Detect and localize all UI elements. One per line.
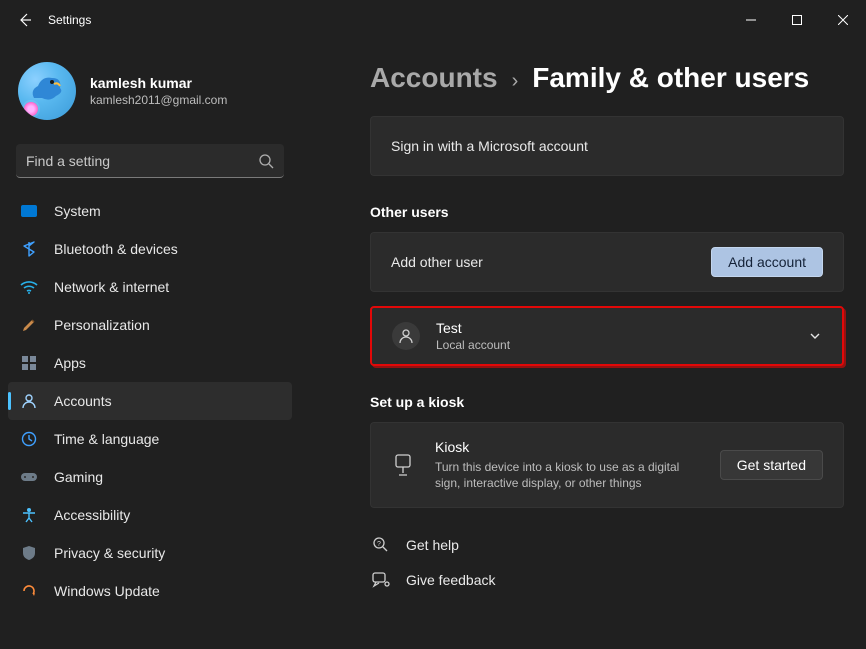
maximize-button[interactable] [774,0,820,40]
nav-list: System Bluetooth & devices Network & int… [8,192,292,610]
sidebar-item-label: Windows Update [54,583,160,599]
sidebar-item-label: Accounts [54,393,112,409]
sidebar-item-label: Gaming [54,469,103,485]
sidebar-item-label: Time & language [54,431,159,447]
sidebar-item-personalization[interactable]: Personalization [8,306,292,344]
user-name: Test [436,320,510,336]
user-icon [392,322,420,350]
search-icon [258,153,274,169]
sidebar-item-network[interactable]: Network & internet [8,268,292,306]
kiosk-card: Kiosk Turn this device into a kiosk to u… [370,422,844,508]
personalization-icon [20,316,38,334]
kiosk-name: Kiosk [435,439,700,455]
signin-card[interactable]: Sign in with a Microsoft account [370,116,844,176]
sidebar: kamlesh kumar kamlesh2011@gmail.com Syst… [0,40,300,649]
add-account-button[interactable]: Add account [711,247,823,277]
windows-update-icon [20,582,38,600]
help-icon: ? [370,536,392,554]
sidebar-item-label: Apps [54,355,86,371]
content-area: Accounts › Family & other users Sign in … [300,40,866,649]
sidebar-item-gaming[interactable]: Gaming [8,458,292,496]
sidebar-item-privacy[interactable]: Privacy & security [8,534,292,572]
accounts-icon [20,392,38,410]
chevron-right-icon: › [512,70,519,93]
feedback-icon [370,572,392,588]
breadcrumb-parent[interactable]: Accounts [370,62,498,94]
get-help-link[interactable]: ? Get help [370,536,844,554]
section-other-users: Other users [370,204,844,220]
search-input[interactable] [26,153,258,169]
profile-block[interactable]: kamlesh kumar kamlesh2011@gmail.com [8,54,292,136]
profile-email: kamlesh2011@gmail.com [90,93,227,107]
page-title: Family & other users [532,62,809,94]
svg-text:?: ? [377,541,381,548]
search-box[interactable] [16,144,284,178]
sidebar-item-system[interactable]: System [8,192,292,230]
sidebar-item-accounts[interactable]: Accounts [8,382,292,420]
privacy-icon [20,544,38,562]
signin-text: Sign in with a Microsoft account [391,138,588,154]
footer-links: ? Get help Give feedback [370,536,844,588]
avatar [18,62,76,120]
accessibility-icon [20,506,38,524]
user-row-test[interactable]: Test Local account [370,306,844,366]
add-other-user-label: Add other user [391,254,711,270]
kiosk-description: Turn this device into a kiosk to use as … [435,459,695,491]
breadcrumb: Accounts › Family & other users [370,62,844,94]
chevron-down-icon [808,329,822,343]
sidebar-item-label: Privacy & security [54,545,165,561]
sidebar-item-label: Accessibility [54,507,130,523]
window-title: Settings [48,13,91,27]
get-help-label: Get help [406,537,459,553]
minimize-button[interactable] [728,0,774,40]
time-language-icon [20,430,38,448]
sidebar-item-label: Personalization [54,317,150,333]
sidebar-item-label: Network & internet [54,279,169,295]
system-icon [20,202,38,220]
give-feedback-label: Give feedback [406,572,496,588]
section-kiosk: Set up a kiosk [370,394,844,410]
sidebar-item-time-language[interactable]: Time & language [8,420,292,458]
profile-name: kamlesh kumar [90,75,227,91]
sidebar-item-label: System [54,203,101,219]
back-button[interactable] [6,0,44,40]
sidebar-item-windows-update[interactable]: Windows Update [8,572,292,610]
sidebar-item-label: Bluetooth & devices [54,241,178,257]
gaming-icon [20,468,38,486]
sidebar-item-bluetooth[interactable]: Bluetooth & devices [8,230,292,268]
bluetooth-icon [20,240,38,258]
give-feedback-link[interactable]: Give feedback [370,572,844,588]
titlebar: Settings [0,0,866,40]
network-icon [20,278,38,296]
add-other-user-row: Add other user Add account [370,232,844,292]
kiosk-get-started-button[interactable]: Get started [720,450,823,480]
kiosk-icon [391,454,415,476]
sidebar-item-accessibility[interactable]: Accessibility [8,496,292,534]
apps-icon [20,354,38,372]
sidebar-item-apps[interactable]: Apps [8,344,292,382]
close-button[interactable] [820,0,866,40]
user-type: Local account [436,338,510,352]
